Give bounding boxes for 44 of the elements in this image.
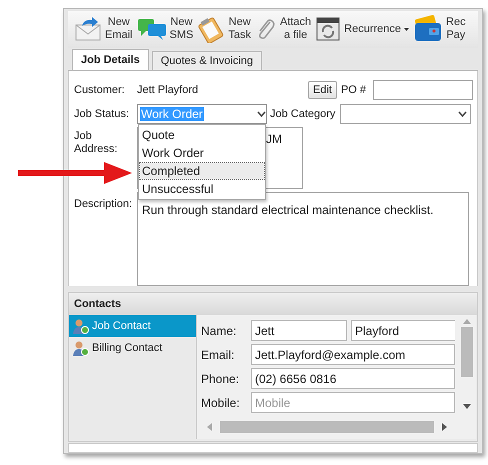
field-label: Customer: <box>74 83 126 98</box>
field-label: Description: <box>74 197 134 212</box>
job-category-select[interactable] <box>340 104 471 124</box>
scroll-down-icon[interactable] <box>463 404 471 410</box>
scroll-left-icon[interactable] <box>207 423 212 432</box>
calendar-cycle-icon <box>315 16 342 42</box>
address-text: JM <box>266 132 282 146</box>
field-label: Job Address: <box>74 129 118 158</box>
contact-input[interactable]: Playford <box>351 320 455 342</box>
dropdown-option[interactable]: Work Order <box>139 144 265 162</box>
tab[interactable]: Job Details <box>72 49 149 70</box>
toolbar-button[interactable]: New Email <box>74 16 133 42</box>
toolbar-button[interactable]: Rec Pay <box>413 15 466 44</box>
field-label: Phone: <box>201 370 240 388</box>
chat-bubbles-icon <box>136 17 167 42</box>
field-label: Email: <box>201 346 236 364</box>
scroll-up-icon[interactable] <box>463 319 471 324</box>
contact-input[interactable]: Mobile <box>251 392 455 414</box>
envelope-icon <box>74 16 102 42</box>
edit-button[interactable]: Edit <box>308 81 337 100</box>
contact-list-item[interactable]: Billing Contact <box>69 337 196 360</box>
field-label: Mobile: <box>201 394 241 412</box>
dropdown-option[interactable]: Completed <box>139 162 265 180</box>
tab[interactable]: Quotes & Invoicing <box>152 51 262 70</box>
dropdown-option[interactable]: Quote <box>139 126 265 144</box>
toolbar-button[interactable]: Recurrence <box>315 16 410 42</box>
field-label: Job Category <box>270 107 336 122</box>
toolbar-button[interactable]: New Task <box>197 15 251 44</box>
field-label: Name: <box>201 322 238 340</box>
field-label: PO # <box>340 83 368 98</box>
person-icon <box>73 318 89 334</box>
contact-input[interactable]: Jett.Playford@example.com <box>251 344 455 366</box>
field-label: Job Status: <box>74 107 130 122</box>
po-field[interactable] <box>372 80 473 100</box>
toolbar-button[interactable]: Attach a file <box>254 16 312 42</box>
chevron-down-icon <box>458 111 467 118</box>
person-icon <box>73 340 89 356</box>
contact-input[interactable]: Jett <box>251 320 347 342</box>
toolbar-button[interactable]: New SMS <box>136 16 194 42</box>
chevron-down-icon <box>257 111 266 118</box>
customer-name: Jett Playford <box>137 83 200 98</box>
scroll-right-icon[interactable] <box>442 423 447 432</box>
wallet-icon <box>413 15 444 44</box>
contact-input[interactable]: (02) 6656 0816 <box>251 368 455 390</box>
